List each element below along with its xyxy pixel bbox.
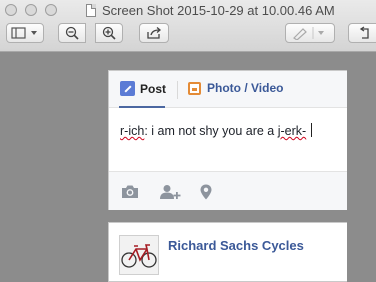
markup-pen-icon (293, 27, 324, 40)
zoom-in-icon (102, 26, 116, 40)
post-composer: Post Photo / Video r-ich: i am not shy y… (108, 70, 347, 210)
tab-post[interactable]: Post (120, 81, 166, 96)
sidebar-icon (11, 27, 37, 39)
rotate-button[interactable] (348, 23, 376, 43)
page-thumbnail[interactable] (119, 235, 159, 275)
rotate-icon (359, 26, 369, 39)
sidebar-toggle-button[interactable] (6, 23, 44, 43)
bicycle-icon (120, 236, 158, 274)
photo-icon (188, 81, 201, 95)
camera-icon[interactable] (121, 184, 139, 199)
active-tab-indicator (119, 106, 165, 108)
window-title: Screen Shot 2015-10-29 at 10.00.46 AM (102, 2, 335, 18)
tab-divider (177, 81, 178, 99)
minimize-window-button[interactable] (25, 4, 37, 16)
tab-photo-video[interactable]: Photo / Video (188, 81, 283, 95)
status-text-input[interactable]: r-ich: i am not shy you are a j-erk- (120, 123, 313, 138)
misspelled-word: j-erk- (277, 124, 307, 138)
feed-card: Richard Sachs Cycles (108, 222, 347, 282)
close-window-button[interactable] (5, 4, 17, 16)
tag-friends-icon[interactable] (159, 184, 181, 200)
location-pin-icon[interactable] (200, 184, 212, 200)
zoom-out-button[interactable] (58, 23, 86, 43)
zoom-window-button[interactable] (45, 4, 57, 16)
share-icon (147, 27, 162, 39)
composer-actions (109, 171, 347, 210)
window-titlebar: Screen Shot 2015-10-29 at 10.00.46 AM (0, 0, 376, 52)
status-text: : i am not shy you are a (144, 124, 278, 138)
window-title-area: Screen Shot 2015-10-29 at 10.00.46 AM (86, 1, 335, 19)
pencil-icon (120, 81, 135, 96)
composer-tabs: Post Photo / Video (109, 71, 347, 108)
markup-toolbar-button[interactable] (285, 23, 335, 43)
text-cursor (311, 123, 313, 137)
zoom-out-icon (65, 26, 79, 40)
document-icon (86, 3, 96, 17)
page-name-link[interactable]: Richard Sachs Cycles (168, 238, 304, 253)
tab-photo-video-label: Photo / Video (207, 81, 284, 95)
tab-post-label: Post (140, 81, 167, 96)
misspelled-word: r-ich (120, 124, 145, 138)
zoom-in-button[interactable] (95, 23, 123, 43)
share-button[interactable] (139, 23, 169, 43)
